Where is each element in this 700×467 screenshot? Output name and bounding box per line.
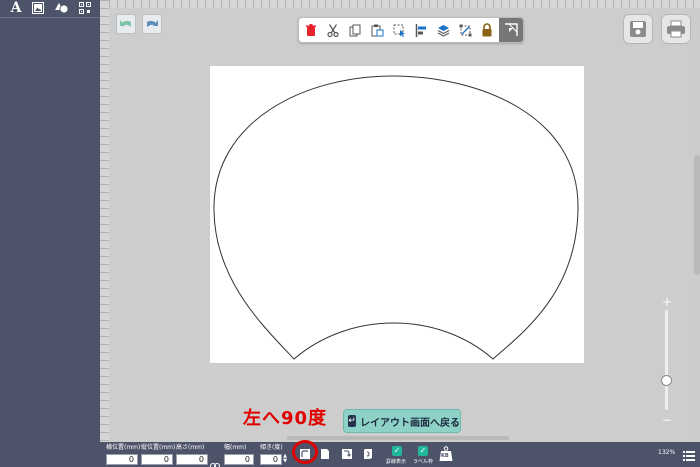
cut-icon[interactable] — [325, 22, 341, 38]
zoom-in-button[interactable]: + — [662, 296, 672, 308]
text-tool-icon[interactable]: A — [9, 1, 23, 15]
rotation-input[interactable] — [260, 454, 282, 465]
label-frame-checkbox[interactable]: ✓ — [418, 446, 428, 456]
paste-icon[interactable] — [369, 22, 385, 38]
copy-icon[interactable] — [347, 22, 363, 38]
width-input[interactable] — [224, 454, 254, 465]
show-grid-checkbox[interactable]: ✓ — [392, 446, 402, 456]
rotation-label: 傾き(度) — [260, 444, 283, 451]
resize-corner-button[interactable] — [499, 18, 523, 42]
qr-code-icon[interactable] — [78, 1, 92, 15]
shapes-icon[interactable] — [55, 1, 69, 15]
resize-corner-icon — [505, 23, 518, 36]
rotation-stepper[interactable]: ▲ ▼ — [282, 454, 288, 465]
x-position-input[interactable] — [106, 454, 138, 465]
sidebar-divider — [0, 17, 100, 18]
save-icon — [630, 21, 646, 37]
y-position-input[interactable] — [141, 454, 173, 465]
zoom-slider-thumb[interactable] — [661, 375, 672, 386]
layers-icon[interactable] — [435, 22, 451, 38]
bottom-property-bar: 横位置(mm) 縦位置(mm) 高さ(mm) 幅(mm) 傾き(度) ▲▼ ✓ … — [100, 442, 700, 467]
back-to-layout-button[interactable]: ↵ レイアウト画面へ戻る — [343, 409, 461, 433]
height-input[interactable] — [176, 454, 208, 465]
back-to-layout-label: レイアウト画面へ戻る — [360, 417, 460, 429]
redo-icon — [147, 20, 158, 27]
x-position-label: 横位置(mm) — [106, 444, 141, 451]
sidebar: A — [0, 0, 100, 467]
design-canvas[interactable] — [210, 66, 584, 363]
rotate-right-icon[interactable] — [340, 447, 354, 461]
vertical-scrollbar[interactable] — [694, 155, 700, 275]
zoom-out-button[interactable]: − — [662, 414, 672, 426]
undo-icon — [120, 20, 131, 27]
sidebar-tools: A — [0, 0, 100, 16]
transform-icon[interactable] — [457, 22, 473, 38]
save-button[interactable] — [623, 14, 653, 44]
y-position-label: 縦位置(mm) — [141, 444, 176, 451]
rotate-left-caption: 左へ90度 — [243, 408, 328, 429]
zoom-slider-track[interactable] — [665, 310, 668, 410]
horizontal-ruler — [109, 0, 700, 8]
edit-toolbar — [298, 17, 524, 43]
image-icon[interactable] — [31, 1, 45, 15]
lock-icon[interactable] — [479, 22, 495, 38]
menu-icon[interactable] — [683, 447, 695, 461]
height-label: 高さ(mm) — [176, 444, 205, 451]
rotate-180-icon[interactable] — [361, 447, 375, 461]
vertical-ruler — [100, 0, 109, 442]
kb-label: KB — [441, 453, 449, 459]
rotate-left-highlight-circle — [292, 440, 318, 464]
delete-icon[interactable] — [303, 22, 319, 38]
text-tool-glyph: A — [10, 0, 22, 16]
undo-button[interactable] — [116, 14, 136, 34]
select-icon[interactable] — [391, 22, 407, 38]
flip-icon[interactable] — [318, 447, 332, 461]
uchiwa-shape[interactable] — [210, 66, 584, 363]
link-ratio-icon[interactable] — [210, 455, 220, 467]
return-icon: ↵ — [348, 415, 356, 427]
redo-button[interactable] — [142, 14, 162, 34]
width-label: 幅(mm) — [224, 444, 247, 451]
horizontal-scrollbar[interactable] — [287, 436, 509, 440]
label-frame-label: ラベル枠 — [413, 459, 434, 465]
zoom-level: 132% — [658, 449, 676, 456]
print-icon — [667, 20, 685, 38]
show-grid-label: 罫線表示 — [386, 459, 407, 465]
print-button[interactable] — [661, 14, 691, 44]
weight-kb-icon: KB — [439, 446, 453, 466]
align-left-icon[interactable] — [413, 22, 429, 38]
